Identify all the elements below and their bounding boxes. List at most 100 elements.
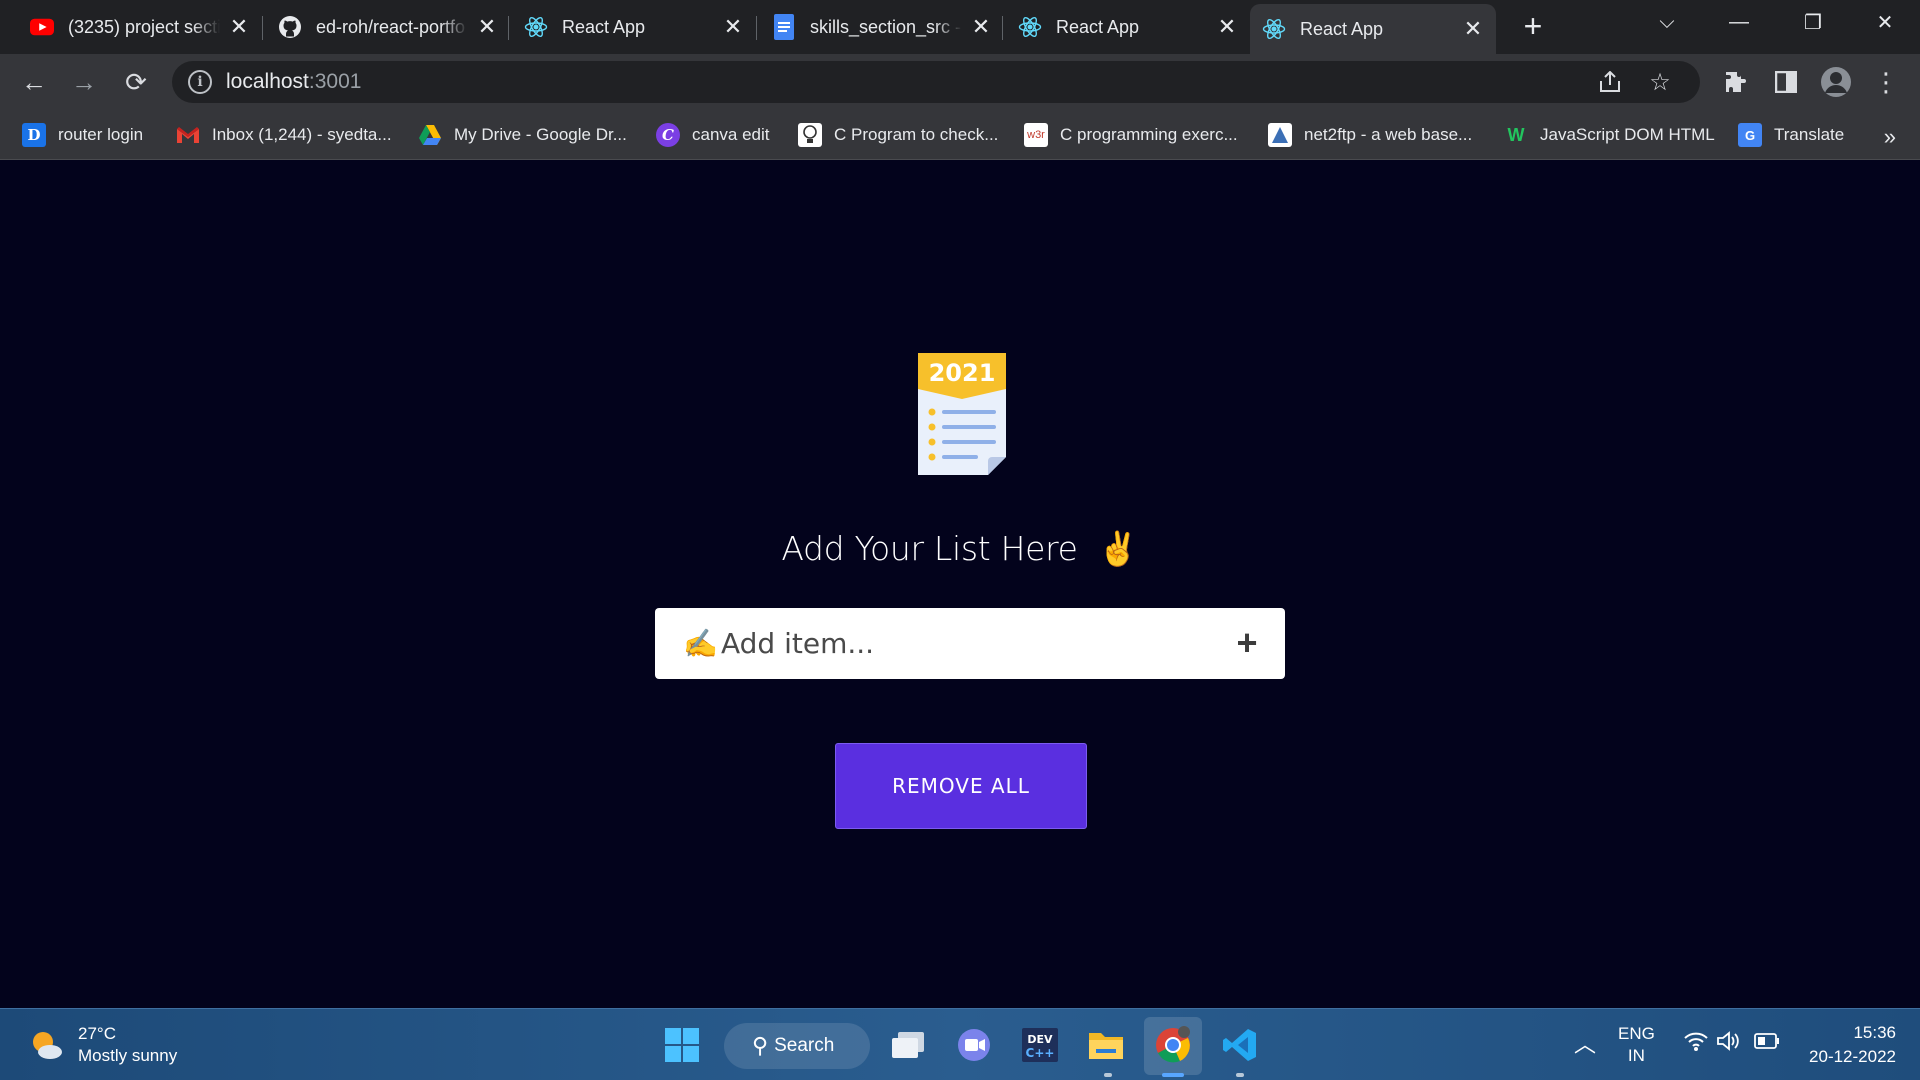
vscode-icon[interactable] <box>1218 1023 1262 1067</box>
react-icon <box>1262 17 1286 41</box>
tab-react-app-2[interactable]: React App ✕ <box>1006 6 1250 48</box>
tab-title: React App <box>1056 16 1140 37</box>
react-icon <box>1018 15 1042 39</box>
bookmark-c-programming-exercises[interactable]: w3r C programming exerc... <box>1024 120 1238 150</box>
google-docs-icon <box>772 14 796 40</box>
weather-desc: Mostly sunny <box>78 1046 178 1065</box>
windows-start-icon[interactable] <box>660 1023 704 1067</box>
bookmark-google-drive[interactable]: My Drive - Google Dr... <box>418 120 627 150</box>
bookmark-gmail[interactable]: Inbox (1,244) - syedta... <box>176 120 392 150</box>
bookmark-router-login[interactable]: D router login <box>22 120 143 150</box>
github-icon <box>278 15 302 39</box>
close-tab-icon[interactable]: ✕ <box>968 14 994 40</box>
tab-title: skills_section_src - G <box>810 16 962 37</box>
google-drive-icon <box>418 123 442 147</box>
windows-taskbar: 27°C Mostly sunny ⚲ Search DEV C++ ︿ ENG … <box>0 1008 1920 1080</box>
add-item-input[interactable] <box>721 613 1227 674</box>
bookmark-translate[interactable]: G Translate <box>1738 120 1844 150</box>
close-tab-icon[interactable]: ✕ <box>474 14 500 40</box>
tab-github[interactable]: ed-roh/react-portfo ✕ <box>266 6 510 48</box>
lang-top: ENG <box>1618 1024 1655 1043</box>
clock-time: 15:36 <box>1853 1023 1896 1042</box>
close-tab-icon[interactable]: ✕ <box>1460 16 1486 42</box>
volume-icon[interactable] <box>1716 1031 1742 1056</box>
new-tab-button[interactable]: + <box>1516 10 1550 44</box>
chrome-icon[interactable] <box>1151 1023 1195 1067</box>
close-window-button[interactable]: ✕ <box>1856 0 1914 44</box>
close-tab-icon[interactable]: ✕ <box>1214 14 1240 40</box>
tab-react-app-1[interactable]: React App ✕ <box>512 6 756 48</box>
tab-separator <box>1002 16 1003 40</box>
app-page: 2021 Add Your List Here ✌️ ✍️ + REMOVE A… <box>0 161 1920 1008</box>
reload-button[interactable]: ⟳ <box>118 64 154 100</box>
running-indicator <box>1236 1073 1244 1077</box>
search-label: Search <box>774 1035 835 1056</box>
more-bookmarks-icon[interactable]: » <box>1884 124 1896 150</box>
tab-react-app-active[interactable]: React App ✕ <box>1250 4 1496 54</box>
dlink-icon: D <box>22 123 46 147</box>
w3r-icon: w3r <box>1024 123 1048 147</box>
page-title: Add Your List Here ✌️ <box>0 527 1920 569</box>
clock-date: 20-12-2022 <box>1809 1047 1896 1066</box>
bulb-icon <box>798 123 822 147</box>
react-icon <box>524 15 548 39</box>
tab-separator <box>508 16 509 40</box>
profile-avatar[interactable] <box>1818 64 1854 100</box>
tab-title: React App <box>562 16 646 37</box>
tab-google-docs[interactable]: skills_section_src - G ✕ <box>760 6 1004 48</box>
language-indicator[interactable]: ENG IN <box>1618 1023 1655 1067</box>
weather-widget[interactable]: 27°C Mostly sunny <box>28 1023 177 1067</box>
bookmark-label: C programming exerc... <box>1060 125 1238 144</box>
bookmark-javascript-dom[interactable]: W JavaScript DOM HTML <box>1504 120 1715 150</box>
bookmark-net2ftp[interactable]: net2ftp - a web base... <box>1268 120 1472 150</box>
bookmark-canva[interactable]: C canva edit <box>656 120 770 150</box>
bookmark-label: net2ftp - a web base... <box>1304 125 1473 144</box>
browser-toolbar: ← → ⟳ i localhost:3001 ☆ ⋮ <box>0 54 1920 110</box>
bookmark-label: canva edit <box>692 125 770 144</box>
gmail-icon <box>176 123 200 147</box>
bookmark-label: Translate <box>1774 125 1845 144</box>
chrome-menu-icon[interactable]: ⋮ <box>1868 64 1904 100</box>
bookmark-c-program[interactable]: C Program to check... <box>798 120 998 150</box>
logo-year: 2021 <box>929 359 996 387</box>
add-item-bar: ✍️ + <box>655 608 1285 679</box>
forward-button[interactable]: → <box>66 64 102 100</box>
system-clock[interactable]: 15:36 20-12-2022 <box>1809 1021 1896 1069</box>
tab-separator <box>262 16 263 40</box>
close-tab-icon[interactable]: ✕ <box>720 14 746 40</box>
lang-bottom: IN <box>1627 1046 1645 1065</box>
taskbar-search[interactable]: ⚲ Search <box>724 1023 870 1069</box>
bookmark-label: C Program to check... <box>834 125 999 144</box>
remove-all-button[interactable]: REMOVE ALL <box>835 743 1087 829</box>
restore-button[interactable]: ❐ <box>1784 0 1842 44</box>
wifi-icon[interactable] <box>1684 1031 1708 1056</box>
tab-strip: (3235) project secti ✕ ed-roh/react-port… <box>0 0 1920 54</box>
dev-cpp-icon[interactable]: DEV C++ <box>1018 1023 1062 1067</box>
teams-chat-icon[interactable] <box>952 1023 996 1067</box>
youtube-icon <box>30 15 54 39</box>
battery-icon[interactable] <box>1754 1033 1780 1054</box>
bookmark-star-icon[interactable]: ☆ <box>1642 64 1678 100</box>
back-button[interactable]: ← <box>16 64 52 100</box>
file-explorer-icon[interactable] <box>1084 1023 1128 1067</box>
share-icon[interactable] <box>1592 64 1628 100</box>
active-indicator <box>1162 1073 1184 1077</box>
show-hidden-icons-chevron[interactable]: ︿ <box>1574 1027 1596 1059</box>
url-text[interactable]: localhost:3001 <box>226 70 361 94</box>
tab-search-chevron-icon[interactable]: ⌵ <box>1638 0 1696 44</box>
address-bar[interactable]: i localhost:3001 ☆ <box>172 61 1700 103</box>
canva-icon: C <box>656 123 680 147</box>
tab-youtube[interactable]: (3235) project secti ✕ <box>18 6 262 48</box>
add-item-plus-icon[interactable]: + <box>1227 623 1267 664</box>
side-panel-icon[interactable] <box>1768 64 1804 100</box>
url-host: localhost <box>226 70 309 93</box>
site-info-icon[interactable]: i <box>188 70 212 94</box>
task-view-icon[interactable] <box>886 1023 930 1067</box>
tab-title: ed-roh/react-portfo <box>316 16 466 37</box>
extensions-icon[interactable] <box>1718 64 1754 100</box>
minimize-button[interactable]: — <box>1710 0 1768 44</box>
running-indicator <box>1104 1073 1112 1077</box>
close-tab-icon[interactable]: ✕ <box>226 14 252 40</box>
bookmarks-bar: D router login Inbox (1,244) - syedta...… <box>0 110 1920 160</box>
page-title-text: Add Your List Here <box>781 529 1078 568</box>
